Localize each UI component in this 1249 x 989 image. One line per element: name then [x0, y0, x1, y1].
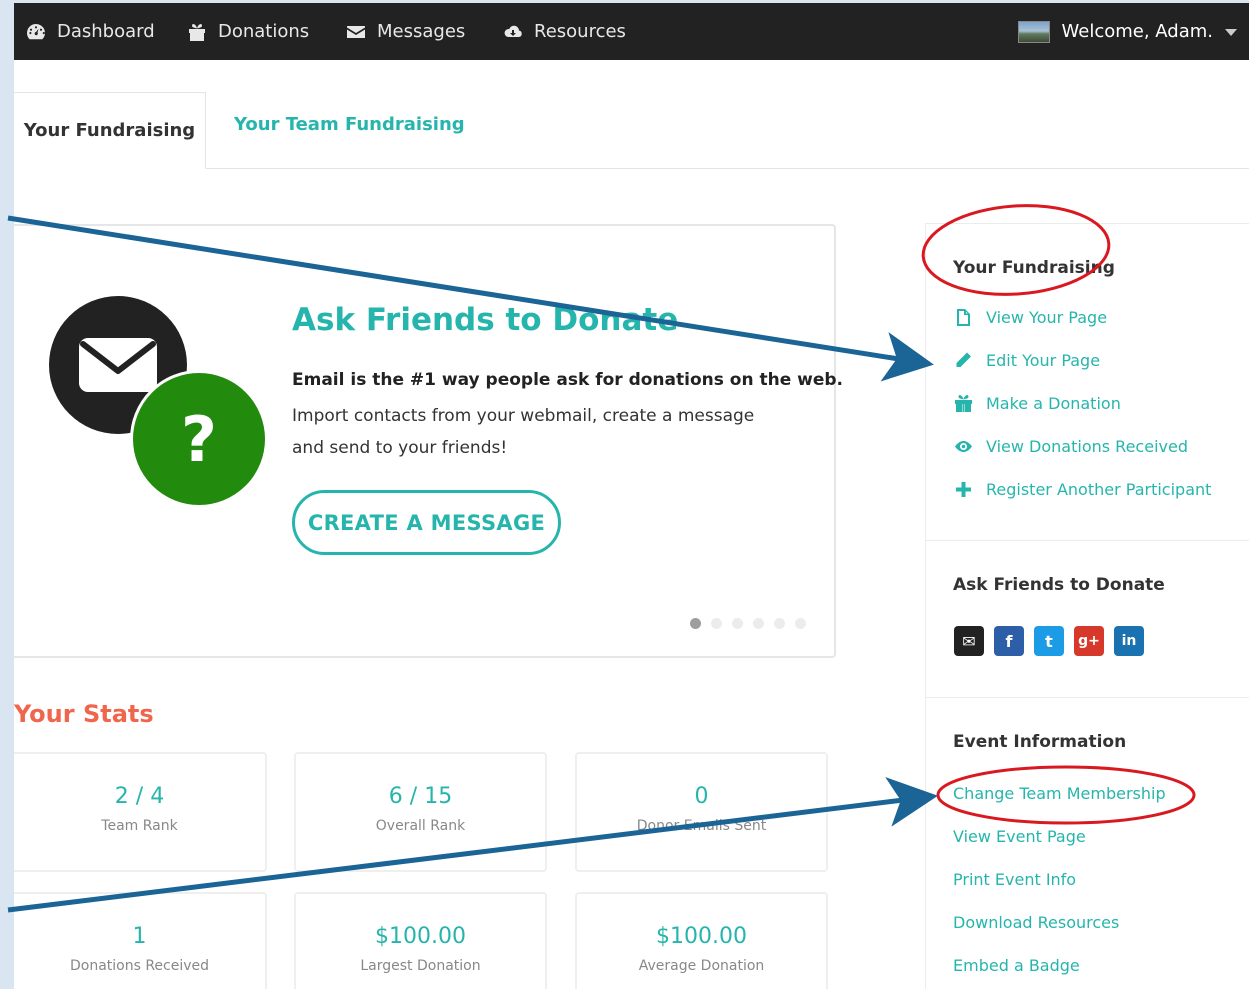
- stats-title: Your Stats: [14, 700, 154, 728]
- nav-label: Donations: [218, 21, 310, 42]
- avatar: [1017, 20, 1050, 43]
- google-plus-share-icon[interactable]: g+: [1074, 626, 1104, 656]
- tab-your-fundraising[interactable]: Your Fundraising: [14, 92, 206, 169]
- email-share-icon[interactable]: ✉: [954, 626, 984, 656]
- link-label: Make a Donation: [986, 394, 1121, 413]
- carousel-dot[interactable]: [774, 618, 785, 629]
- promo-lead: Email is the #1 way people ask for donat…: [292, 370, 844, 390]
- link-label: View Donations Received: [986, 437, 1188, 456]
- carousel-dot[interactable]: [732, 618, 743, 629]
- gift-icon: [189, 23, 205, 41]
- nav-dashboard[interactable]: Dashboard: [26, 3, 155, 60]
- tab-your-team-fundraising[interactable]: Your Team Fundraising: [234, 114, 465, 135]
- stat-label: Donations Received: [69, 958, 210, 974]
- download-resources-link[interactable]: Download Resources: [953, 913, 1119, 932]
- twitter-share-icon[interactable]: t: [1034, 626, 1064, 656]
- sidebar: Your Fundraising View Your Page Edit You…: [925, 223, 1249, 989]
- stat-label: Overall Rank: [375, 818, 466, 834]
- question-mark: ?: [181, 402, 217, 476]
- view-donations-received-link[interactable]: View Donations Received: [953, 437, 1188, 456]
- sidebar-title-ask: Ask Friends to Donate: [953, 575, 1165, 595]
- link-label: View Your Page: [986, 308, 1108, 327]
- promo-title: Ask Friends to Donate: [292, 302, 679, 338]
- stat-value: 1: [132, 924, 147, 949]
- embed-badge-link[interactable]: Embed a Badge: [953, 956, 1080, 975]
- sidebar-title-fundraising: Your Fundraising: [953, 258, 1115, 278]
- register-participant-link[interactable]: Register Another Participant: [953, 480, 1211, 499]
- stat-label: Largest Donation: [360, 958, 481, 974]
- edit-your-page-link[interactable]: Edit Your Page: [953, 351, 1100, 370]
- stat-card: 0 Donor Emails Sent: [575, 752, 828, 872]
- sidebar-section-ask: Ask Friends to Donate ✉ f t g+ in: [926, 540, 1249, 697]
- stat-value: 6 / 15: [388, 784, 453, 809]
- view-your-page-link[interactable]: View Your Page: [953, 308, 1107, 327]
- sidebar-section-event: Event Information Change Team Membership…: [926, 697, 1249, 989]
- plus-icon: [956, 482, 971, 497]
- stat-label: Donor Emails Sent: [636, 818, 767, 834]
- eye-icon: [955, 441, 972, 452]
- ask-friends-card: ? Ask Friends to Donate Email is the #1 …: [14, 224, 843, 658]
- promo-body: Import contacts from your webmail, creat…: [292, 406, 755, 458]
- welcome-text: Welcome, Adam.: [1061, 21, 1214, 42]
- change-team-membership-link[interactable]: Change Team Membership: [953, 784, 1166, 803]
- stat-label: Average Donation: [638, 958, 765, 974]
- carousel-dot[interactable]: [795, 618, 806, 629]
- sidebar-section-fundraising: Your Fundraising View Your Page Edit You…: [926, 223, 1249, 540]
- social-share-buttons: ✉ f t g+ in: [954, 626, 1144, 656]
- question-circle-icon: ?: [130, 370, 268, 508]
- stat-value: 2 / 4: [114, 784, 165, 809]
- sidebar-title-event: Event Information: [953, 732, 1127, 752]
- gift-icon: [955, 395, 972, 412]
- dashboard-icon: [27, 23, 45, 39]
- carousel-dot[interactable]: [690, 618, 701, 629]
- carousel-dots: [690, 618, 806, 629]
- caret-down-icon: [1225, 29, 1237, 36]
- stat-card: 1 Donations Received: [14, 892, 267, 989]
- carousel-dot[interactable]: [711, 618, 722, 629]
- cloud-download-icon: [504, 25, 522, 37]
- linkedin-share-icon[interactable]: in: [1114, 626, 1144, 656]
- envelope-icon: [79, 338, 157, 392]
- stat-value: $100.00: [656, 924, 747, 949]
- stat-card: 2 / 4 Team Rank: [14, 752, 267, 872]
- nav-resources[interactable]: Resources: [503, 3, 626, 60]
- stat-card: $100.00 Largest Donation: [294, 892, 547, 989]
- print-event-info-link[interactable]: Print Event Info: [953, 870, 1076, 889]
- nav-label: Resources: [534, 21, 626, 42]
- stat-value: 0: [694, 784, 709, 809]
- create-message-button[interactable]: CREATE A MESSAGE: [292, 490, 561, 555]
- link-label: Edit Your Page: [986, 351, 1101, 370]
- nav-messages[interactable]: Messages: [346, 3, 465, 60]
- link-label: Register Another Participant: [986, 480, 1212, 499]
- file-icon: [957, 309, 970, 326]
- top-navbar: Dashboard Donations Messages Resources W…: [0, 0, 1249, 60]
- nav-label: Dashboard: [57, 21, 155, 42]
- stat-card: 6 / 15 Overall Rank: [294, 752, 547, 872]
- stat-card: $100.00 Average Donation: [575, 892, 828, 989]
- make-a-donation-link[interactable]: Make a Donation: [953, 394, 1121, 413]
- facebook-share-icon[interactable]: f: [994, 626, 1024, 656]
- user-menu[interactable]: Welcome, Adam.: [1017, 3, 1237, 60]
- stat-value: $100.00: [375, 924, 466, 949]
- pencil-icon: [955, 352, 971, 369]
- view-event-page-link[interactable]: View Event Page: [953, 827, 1086, 846]
- envelope-icon: [347, 25, 365, 38]
- carousel-dot[interactable]: [753, 618, 764, 629]
- stat-label: Team Rank: [101, 818, 178, 834]
- nav-donations[interactable]: Donations: [187, 3, 309, 60]
- nav-label: Messages: [377, 21, 466, 42]
- left-edge-strip: [0, 0, 14, 989]
